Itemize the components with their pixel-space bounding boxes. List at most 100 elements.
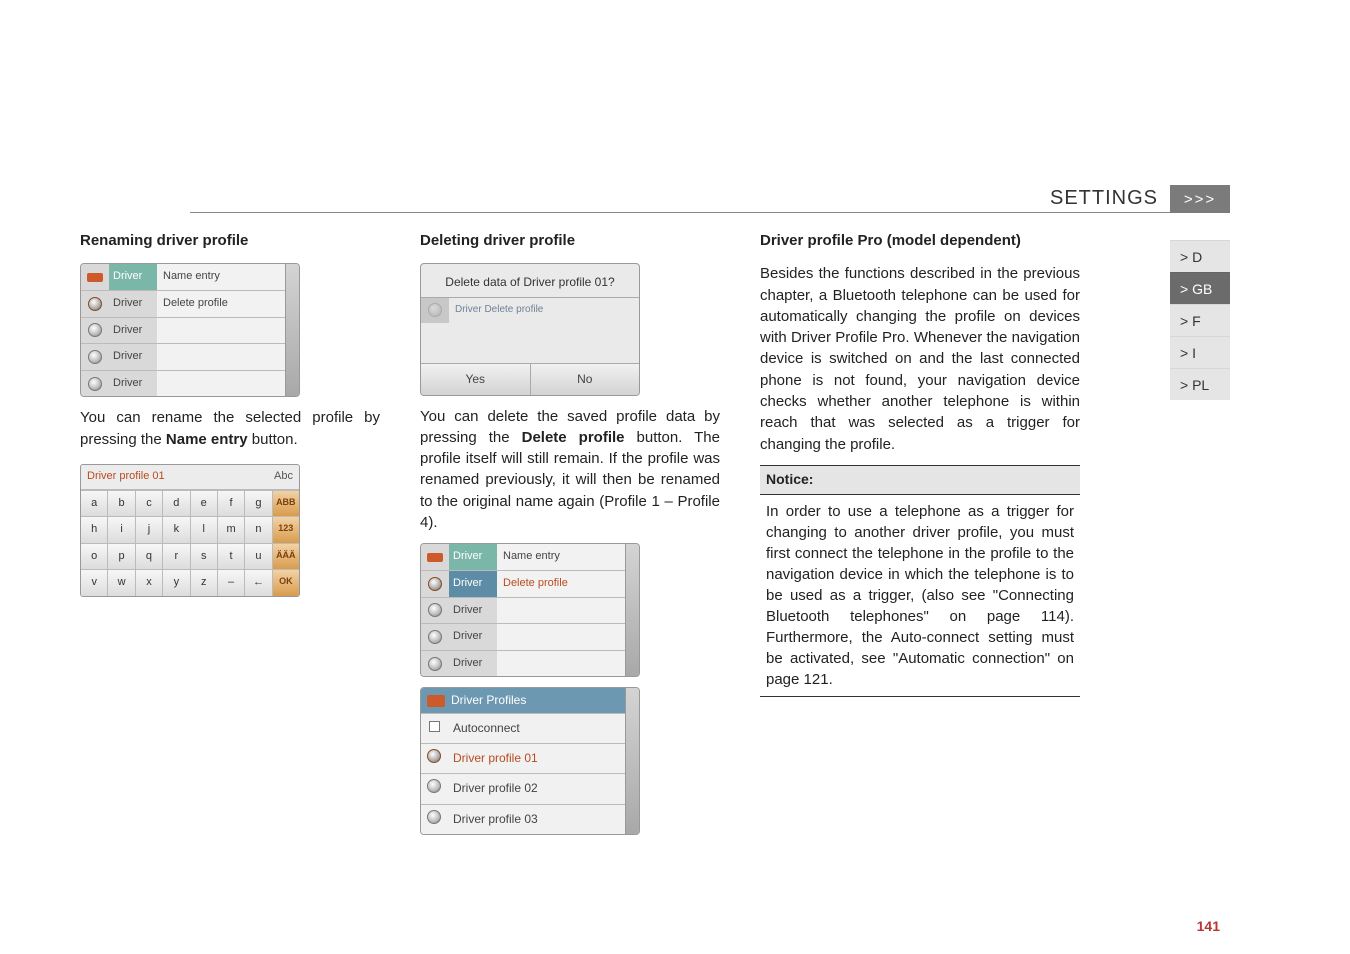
menu-row-label: Driver: [449, 544, 497, 570]
kb-key: p: [108, 543, 135, 570]
menu-row-label: Driver: [109, 344, 157, 370]
kb-header: Driver profile 01 Abc: [81, 465, 299, 490]
kb-key-special: 123: [273, 516, 299, 543]
menu-row-label: Driver: [449, 624, 497, 650]
menu-row: Driver: [81, 370, 285, 397]
dialog-yes-button: Yes: [421, 364, 530, 395]
menu-row: Driver: [421, 597, 625, 624]
menu-row-value: [497, 598, 625, 624]
kb-key: i: [108, 516, 135, 543]
wheel-icon: [421, 749, 447, 768]
list-item: Driver profile 01: [421, 743, 625, 773]
header-rule: SETTINGS: [190, 185, 1170, 213]
kb-key: f: [218, 490, 245, 517]
text-bold: Delete profile: [522, 429, 625, 446]
menu-row: Driver: [81, 343, 285, 370]
list-item-label: Driver profile 03: [447, 805, 625, 834]
menu-row-label: Driver: [109, 291, 157, 317]
profile-menu-screenshot-2: Driver Name entry Driver Delete profile …: [420, 543, 640, 677]
kb-row: o p q r s t u ÄÄÄ: [81, 543, 299, 570]
dialog-body: Driver Delete profile: [421, 297, 639, 322]
menu-row-value: Delete profile: [157, 291, 285, 317]
header-chevrons: >>>: [1170, 185, 1230, 213]
kb-key: y: [163, 569, 190, 596]
lang-tab-i[interactable]: > I: [1170, 336, 1230, 368]
kb-key: u: [245, 543, 272, 570]
kb-key: z: [191, 569, 218, 596]
car-icon: [421, 544, 449, 570]
menu-row-label: Driver: [449, 571, 497, 597]
wheel-icon: [81, 318, 109, 344]
wheel-icon: [421, 571, 449, 597]
notice-heading: Notice:: [760, 465, 1080, 495]
kb-row: v w x y z – ← OK: [81, 569, 299, 596]
kb-key: m: [218, 516, 245, 543]
kb-row: a b c d e f g ABB: [81, 490, 299, 517]
menu-row-label: Driver: [109, 264, 157, 290]
kb-key: s: [191, 543, 218, 570]
list-item: Autoconnect: [421, 713, 625, 743]
column-rename: Renaming driver profile Driver Name entr…: [80, 230, 380, 835]
menu-row: Driver Delete profile: [81, 290, 285, 317]
lang-tab-d[interactable]: > D: [1170, 240, 1230, 272]
keyboard-screenshot: Driver profile 01 Abc a b c d e f g ABB …: [80, 464, 300, 597]
menu-row-label: Driver: [449, 651, 497, 677]
kb-key: r: [163, 543, 190, 570]
menu-row-value: Delete profile: [497, 571, 625, 597]
profile-menu-screenshot-1: Driver Name entry Driver Delete profile …: [80, 263, 300, 397]
menu-row-label: Driver: [109, 371, 157, 397]
wheel-icon: [421, 651, 449, 677]
kb-key: j: [136, 516, 163, 543]
notice-body: In order to use a telephone as a trigger…: [760, 495, 1080, 697]
lang-tab-pl[interactable]: > PL: [1170, 368, 1230, 400]
scrollbar-icon: [285, 264, 299, 396]
dialog-no-button: No: [530, 364, 640, 395]
wheel-icon: [81, 344, 109, 370]
pro-paragraph: Besides the functions described in the p…: [760, 263, 1080, 455]
menu-row: Driver Name entry: [81, 264, 285, 290]
kb-key: o: [81, 543, 108, 570]
kb-key-ok: OK: [273, 569, 299, 596]
wheel-icon: [421, 624, 449, 650]
kb-key: c: [136, 490, 163, 517]
kb-input-value: Driver profile 01: [87, 469, 165, 485]
list-item-label: Driver profile 02: [447, 774, 625, 803]
delete-paragraph: You can delete the saved profile data by…: [420, 406, 720, 534]
kb-key: t: [218, 543, 245, 570]
kb-key: v: [81, 569, 108, 596]
menu-row-label: Driver: [449, 598, 497, 624]
content-columns: Renaming driver profile Driver Name entr…: [80, 230, 1110, 835]
scrollbar-icon: [625, 688, 639, 833]
dialog-ghost-text: Driver Delete profile: [449, 297, 639, 322]
kb-key: x: [136, 569, 163, 596]
lang-tab-gb[interactable]: > GB: [1170, 272, 1230, 304]
list-item-label: Autoconnect: [447, 714, 625, 743]
kb-key-special: ABB: [273, 490, 299, 517]
kb-key: g: [245, 490, 272, 517]
kb-key: k: [163, 516, 190, 543]
menu-row: Driver Name entry: [421, 544, 625, 570]
lang-tab-f[interactable]: > F: [1170, 304, 1230, 336]
text-bold: Name entry: [166, 431, 248, 448]
kb-key: h: [81, 516, 108, 543]
page-header: SETTINGS >>>: [190, 185, 1230, 213]
menu-row-value: [157, 344, 285, 370]
wheel-icon: [81, 291, 109, 317]
wheel-icon: [81, 371, 109, 397]
car-icon: [427, 695, 445, 707]
menu-row-value: [157, 318, 285, 344]
menu-row: Driver: [81, 317, 285, 344]
column-delete: Deleting driver profile Delete data of D…: [420, 230, 720, 835]
header-title: SETTINGS: [1050, 187, 1158, 210]
page-number: 141: [1197, 918, 1220, 934]
kb-key: d: [163, 490, 190, 517]
list-header: Driver Profiles: [421, 688, 625, 713]
menu-row-label: Driver: [109, 318, 157, 344]
manual-page: SETTINGS >>> > D > GB > F > I > PL Renam…: [0, 0, 1350, 954]
column-pro: Driver profile Pro (model dependent) Bes…: [760, 230, 1080, 835]
menu-row: Driver: [421, 623, 625, 650]
driver-profiles-list-screenshot: Driver Profiles Autoconnect Driver profi…: [420, 687, 640, 834]
kb-key: ←: [245, 569, 272, 596]
list-item: Driver profile 03: [421, 804, 625, 834]
kb-key: a: [81, 490, 108, 517]
